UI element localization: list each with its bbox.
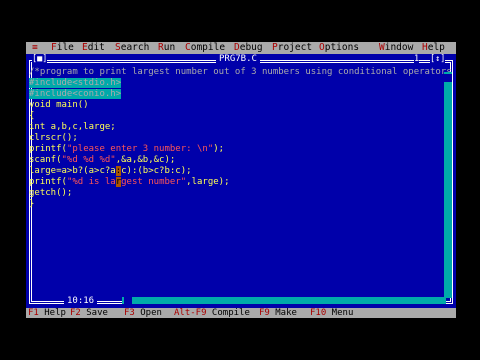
menu-search[interactable]: Search [115,42,149,54]
code-line-5: { [29,111,35,121]
menu-debug[interactable]: Debug [234,42,263,54]
menu-bar: ≡ File Edit Search Run Compile Debug Pro… [26,42,456,54]
status-bar: F1 Help F2 Save F3 Open Alt-F9 Compile F… [26,308,456,318]
menu-file[interactable]: File [51,42,74,54]
menu-window[interactable]: Window [379,42,413,54]
system-menu[interactable]: ≡ [32,42,38,54]
status-save[interactable]: F2 Save [70,308,108,318]
menu-compile[interactable]: Compile [185,42,225,54]
code-line-1: /*program to print largest number out of… [29,67,452,77]
code-line-9: scanf("%d %d %d",&a,&b,&c); [29,155,176,165]
vertical-scrollbar[interactable] [444,72,452,298]
file-title: PRG7B.C [216,54,260,64]
vertical-scroll-thumb[interactable] [444,74,452,82]
code-line-6: int a,b,c,large; [29,122,116,132]
code-line-11: printf("%d is largest number",large); [29,177,230,187]
status-open[interactable]: F3 Open [124,308,162,318]
close-box[interactable]: [■] [32,54,48,64]
code-line-2: #include<stdio.h> [29,78,122,88]
editor-window[interactable]: [■] PRG7B.C 1 [↕] /*program to print lar… [26,54,456,308]
status-compile[interactable]: Alt-F9 Compile [174,308,250,318]
horizontal-scrollbar[interactable] [122,297,446,304]
menu-help[interactable]: Help [422,42,445,54]
code-line-4: void main() [29,100,89,110]
cursor-position: 10:16 [64,296,98,306]
turbo-c-screen: ≡ File Edit Search Run Compile Debug Pro… [26,42,456,318]
horizontal-scroll-thumb[interactable] [124,297,132,304]
code-line-12: getch(); [29,188,73,198]
code-line-10: large=a>b?(a>c?a:c):(b>c?b:c); [29,166,192,176]
status-menu[interactable]: F10 Menu [310,308,353,318]
code-line-13: } [29,199,35,209]
code-line-8: printf("please enter 3 number: \n"); [29,144,225,154]
window-number: 1 [414,54,420,64]
menu-project[interactable]: Project [272,42,312,54]
menu-edit[interactable]: Edit [82,42,105,54]
menu-options[interactable]: Options [319,42,359,54]
code-line-7: clrscr(); [29,133,78,143]
zoom-box[interactable]: [↕] [430,54,446,64]
status-make[interactable]: F9 Make [259,308,297,318]
status-help[interactable]: F1 Help [28,308,66,318]
code-line-3: #include<conio.h> [29,89,122,99]
menu-run[interactable]: Run [158,42,175,54]
